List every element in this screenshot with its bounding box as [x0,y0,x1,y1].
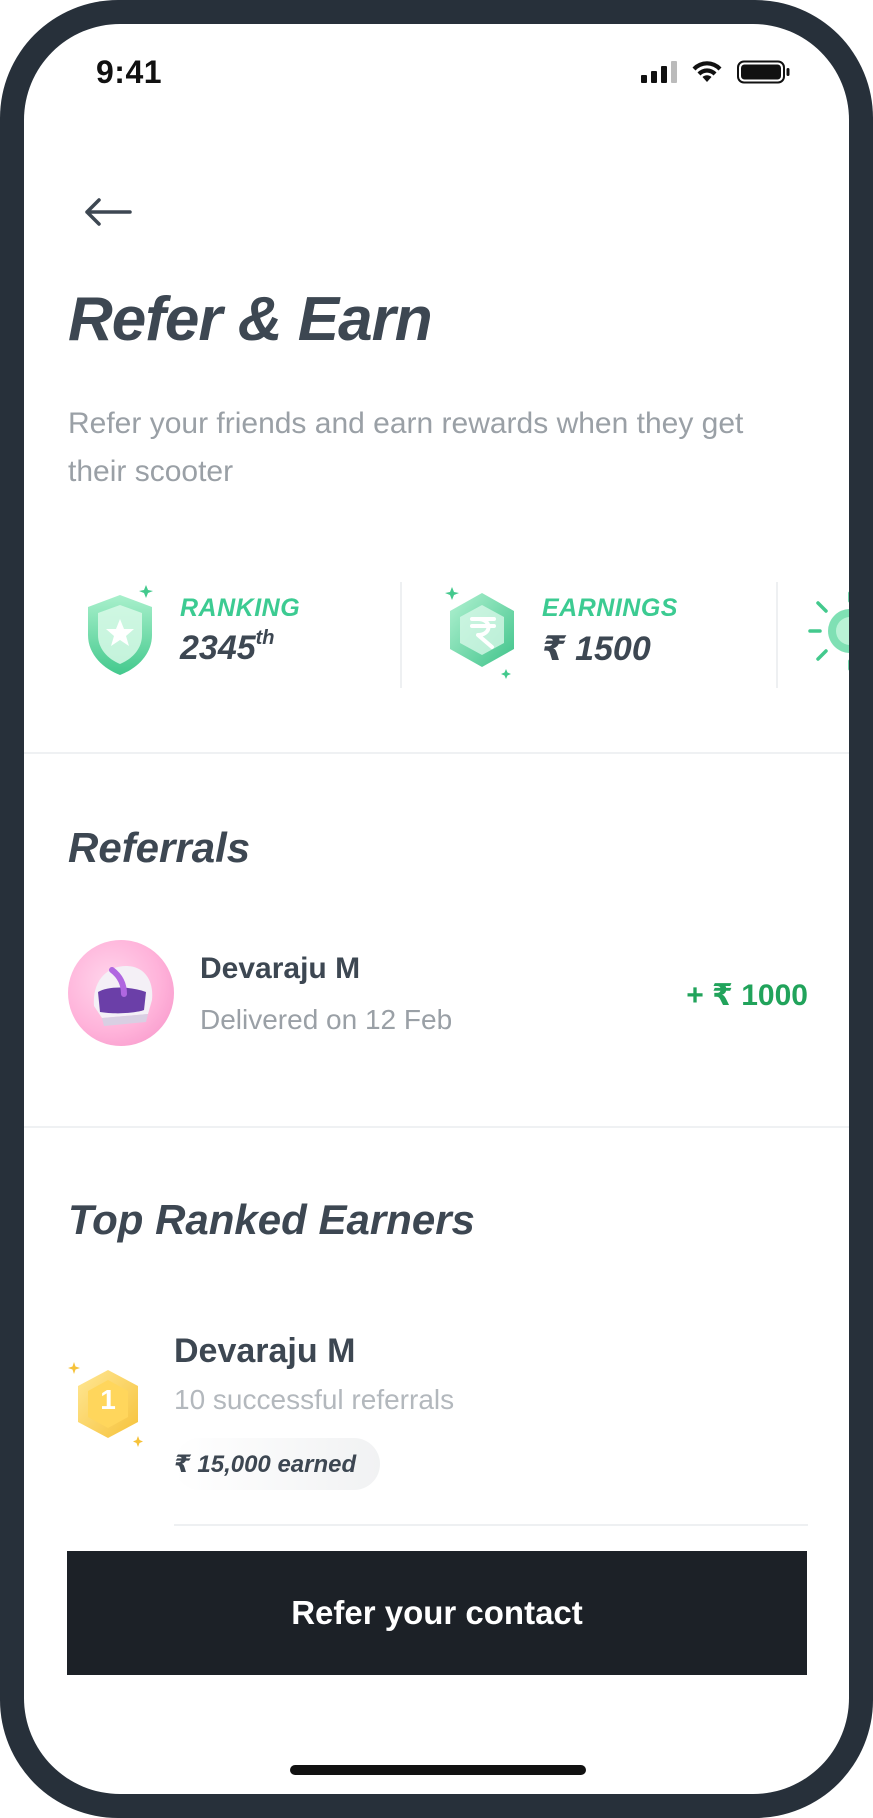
stat-divider [400,582,402,688]
row-divider [174,1524,808,1526]
rank-number: 1 [100,1384,116,1415]
referrals-title: Referrals [68,824,251,871]
avatar [68,940,174,1046]
rupee-hexagon-icon [445,587,514,679]
app-screen: 9:41 Refer & Earn Refer your friends and… [24,24,849,1794]
battery-icon [737,60,790,84]
earner-item[interactable]: 1 Devaraju M 10 successful referrals ₹ 1… [68,1324,808,1526]
shield-star-icon [88,585,153,675]
cellular-signal-icon [641,61,677,83]
device-frame: 9:41 Refer & Earn Refer your friends and… [0,0,873,1818]
stat-value: ₹ 1500 [542,629,651,668]
stat-label: RANKING [180,594,301,622]
top-earners-title: Top Ranked Earners [68,1196,475,1243]
earned-badge: ₹ 15,000 earned [174,1438,381,1490]
refer-contact-button[interactable]: Refer your contact [67,1551,807,1675]
wifi-icon [692,61,722,82]
referral-name: Devaraju M [200,952,361,985]
rank-medal: 1 [68,1362,144,1450]
referral-amount: + ₹ 1000 [686,979,808,1012]
section-divider [24,752,849,754]
earned-amount: ₹ 15,000 earned [174,1450,357,1478]
earner-name: Devaraju M [174,1332,356,1370]
arrow-left-icon [85,198,132,226]
back-button[interactable] [78,182,138,242]
stat-value: 2345th [180,627,275,667]
home-indicator[interactable] [290,1765,586,1775]
earner-detail: 10 successful referrals [174,1384,455,1415]
stat-divider [776,582,778,688]
page-subtitle: Refer your friends and earn rewards when… [68,407,744,488]
referral-status: Delivered on 12 Feb [200,1004,453,1035]
section-divider [24,1126,849,1128]
stat-earnings: EARNINGS ₹ 1500 [442,572,678,690]
sun-badge-icon [808,591,849,671]
status-icons [641,60,791,84]
stat-third [800,572,849,690]
status-time: 9:41 [96,54,163,90]
stats-row[interactable]: RANKING 2345th EARNINGS ₹ 1500 [24,572,849,690]
stat-ranking: RANKING 2345th [80,572,300,690]
referral-item[interactable]: Devaraju M Delivered on 12 Feb + ₹ 1000 [68,940,808,1050]
page-title: Refer & Earn [68,285,433,354]
stat-label: EARNINGS [542,593,678,622]
helmet-icon [93,966,153,1026]
